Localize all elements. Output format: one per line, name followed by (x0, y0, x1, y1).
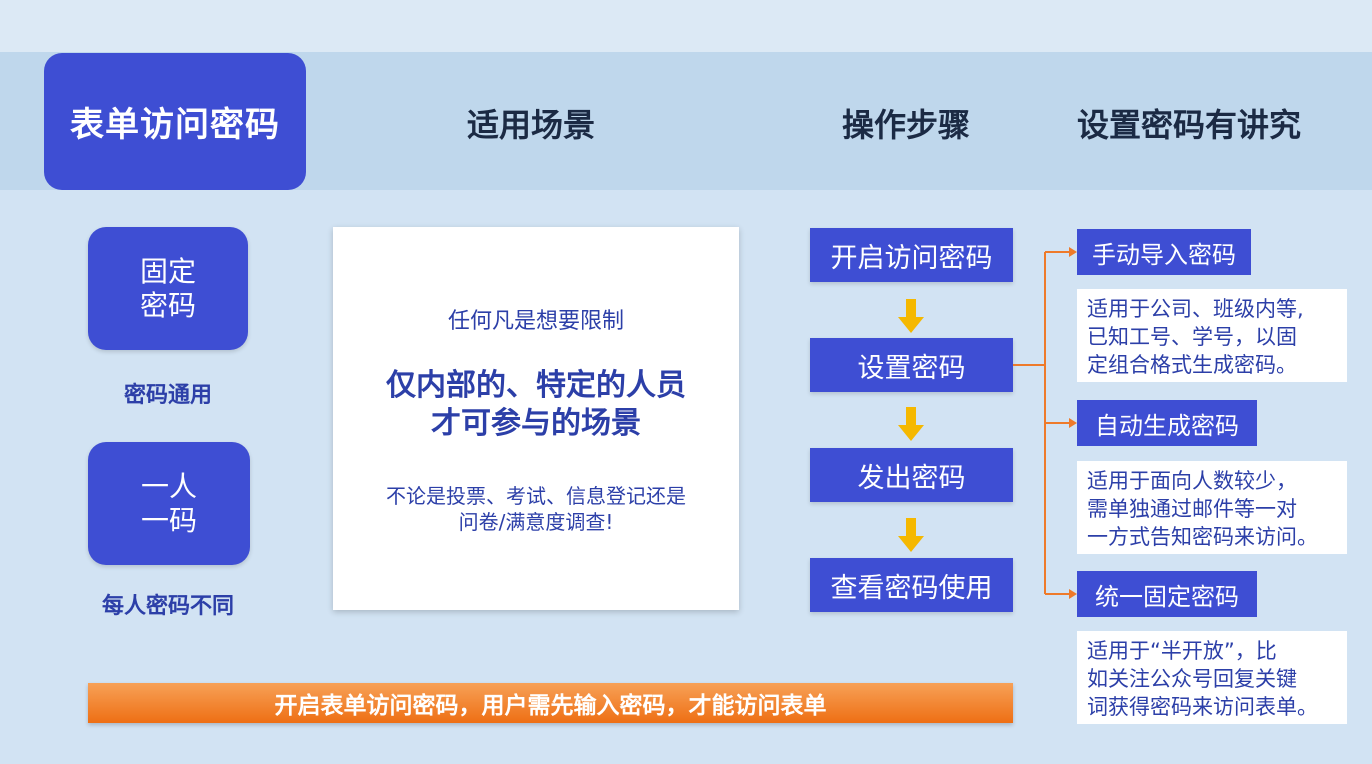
method-auto-generate: 自动生成密码 (1077, 400, 1257, 446)
desc-line: 已知工号、学号，以固 (1087, 325, 1297, 349)
desc-line: 适用于“半开放”，比 (1087, 639, 1277, 663)
footer-banner: 开启表单访问密码，用户需先输入密码，才能访问表单 (88, 683, 1013, 723)
desc-line: 词获得密码来访问表单。 (1087, 695, 1318, 719)
desc-line: 定组合格式生成密码。 (1087, 353, 1297, 377)
desc-line: 如关注公众号回复关键 (1087, 667, 1297, 691)
method-manual-import-desc: 适用于公司、班级内等, 已知工号、学号，以固 定组合格式生成密码。 (1077, 289, 1347, 382)
desc-line: 适用于面向人数较少， (1087, 469, 1297, 493)
desc-line: 需单独通过邮件等一对 (1087, 497, 1297, 521)
method-unified-fixed-desc: 适用于“半开放”，比 如关注公众号回复关键 词获得密码来访问表单。 (1077, 631, 1347, 724)
method-auto-generate-desc: 适用于面向人数较少， 需单独通过邮件等一对 一方式告知密码来访问。 (1077, 461, 1347, 554)
method-unified-fixed: 统一固定密码 (1077, 571, 1257, 617)
desc-line: 适用于公司、班级内等, (1087, 297, 1304, 321)
desc-line: 一方式告知密码来访问。 (1087, 525, 1318, 549)
method-manual-import: 手动导入密码 (1077, 229, 1251, 275)
